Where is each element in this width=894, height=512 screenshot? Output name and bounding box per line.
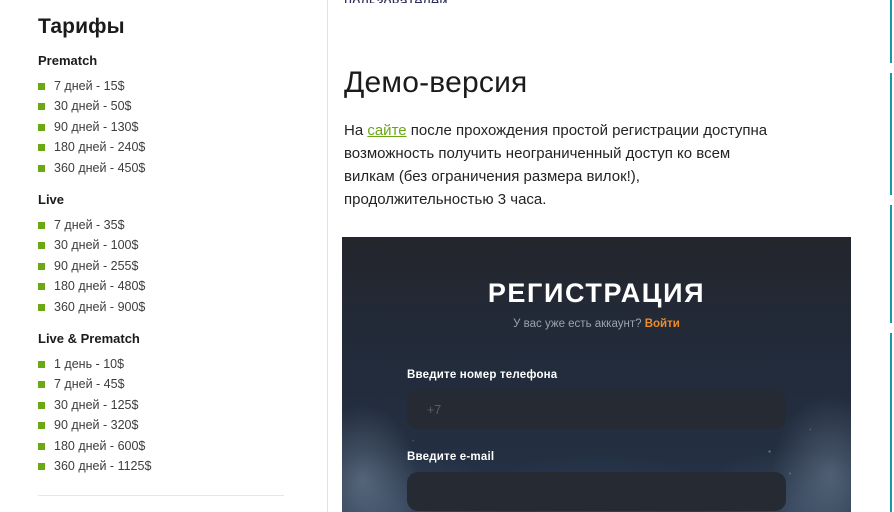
- tariff-label: 30 дней - 50$: [54, 99, 132, 114]
- square-bullet-icon: [38, 442, 45, 450]
- list-item[interactable]: 30 дней - 50$: [38, 96, 306, 117]
- login-link[interactable]: Войти: [645, 318, 680, 330]
- site-link[interactable]: сайте: [367, 122, 406, 139]
- list-item[interactable]: 90 дней - 255$: [38, 256, 306, 277]
- tariff-label: 360 дней - 900$: [54, 299, 146, 314]
- square-bullet-icon: [38, 401, 45, 409]
- square-bullet-icon: [38, 463, 45, 471]
- page-title: Тарифы: [38, 15, 125, 38]
- tariff-group-heading-prematch: Prematch: [38, 53, 98, 69]
- square-bullet-icon: [38, 303, 45, 311]
- tariff-label: 7 дней - 45$: [54, 377, 125, 392]
- sidebar-divider: [38, 494, 284, 496]
- square-bullet-icon: [38, 221, 45, 229]
- tariff-label: 30 дней - 125$: [54, 397, 139, 412]
- list-item[interactable]: 30 дней - 100$: [38, 235, 306, 256]
- tariff-label: 1 день - 10$: [54, 356, 125, 371]
- scrollbar[interactable]: [889, 0, 892, 512]
- section-heading-demo: Демо-версия: [344, 66, 528, 99]
- tariff-label: 90 дней - 255$: [54, 258, 139, 273]
- list-item[interactable]: 90 дней - 320$: [38, 415, 306, 436]
- tariff-label: 180 дней - 600$: [54, 438, 146, 453]
- phone-field-label: Введите номер телефона: [407, 369, 558, 382]
- square-bullet-icon: [38, 242, 45, 250]
- sidebar-inner: Тарифы Prematch 7 дней - 15$ 30 дней - 5…: [0, 0, 328, 496]
- tariff-group-heading-live-prematch: Live & Prematch: [38, 331, 140, 347]
- tariff-list-live-prematch: 1 день - 10$ 7 дней - 45$ 30 дней - 125$…: [38, 354, 306, 477]
- square-bullet-icon: [38, 123, 45, 131]
- email-field-label: Введите e-mail: [407, 451, 495, 464]
- registration-header: РЕГИСТРАЦИЯ У вас уже есть аккаунт? Войт…: [342, 237, 851, 331]
- scrollbar-segment[interactable]: [890, 0, 892, 63]
- square-bullet-icon: [38, 144, 45, 152]
- list-item[interactable]: 180 дней - 480$: [38, 276, 306, 297]
- tariff-label: 90 дней - 320$: [54, 418, 139, 433]
- paragraph-text-after-link: после прохождения простой регистрации до…: [344, 122, 768, 208]
- registration-card: РЕГИСТРАЦИЯ У вас уже есть аккаунт? Войт…: [342, 237, 851, 512]
- paragraph-text-before-link: На: [344, 122, 368, 139]
- demo-description-paragraph: На сайте после прохождения простой регис…: [344, 119, 772, 211]
- registration-subtitle: У вас уже есть аккаунт? Войти: [342, 318, 851, 332]
- list-item[interactable]: 360 дней - 450$: [38, 158, 306, 179]
- list-item[interactable]: 360 дней - 1125$: [38, 456, 306, 477]
- tariff-label: 7 дней - 15$: [54, 78, 125, 93]
- square-bullet-icon: [38, 360, 45, 368]
- tariff-label: 360 дней - 1125$: [54, 459, 152, 474]
- square-bullet-icon: [38, 103, 45, 111]
- tariff-label: 360 дней - 450$: [54, 160, 146, 175]
- registration-form: Введите номер телефона Введите e-mail: [342, 369, 851, 512]
- tariff-label: 180 дней - 240$: [54, 140, 146, 155]
- page-root: Тарифы Prematch 7 дней - 15$ 30 дней - 5…: [0, 0, 894, 512]
- tariff-label: 90 дней - 130$: [54, 119, 139, 134]
- main-content: пользователей. Демо-версия На сайте посл…: [328, 0, 894, 512]
- list-item[interactable]: 180 дней - 240$: [38, 137, 306, 158]
- tariff-list-live: 7 дней - 35$ 30 дней - 100$ 90 дней - 25…: [38, 215, 306, 318]
- registration-title: РЕГИСТРАЦИЯ: [487, 278, 706, 308]
- list-item[interactable]: 7 дней - 15$: [38, 76, 306, 97]
- phone-input[interactable]: [407, 390, 786, 430]
- email-input[interactable]: [407, 472, 786, 512]
- clipped-paragraph-above: пользователей.: [344, 0, 854, 3]
- list-item[interactable]: 180 дней - 600$: [38, 436, 306, 457]
- tariffs-sidebar: Тарифы Prematch 7 дней - 15$ 30 дней - 5…: [0, 0, 328, 512]
- scrollbar-segment[interactable]: [890, 73, 892, 195]
- tariff-label: 7 дней - 35$: [54, 217, 125, 232]
- list-item[interactable]: 1 день - 10$: [38, 354, 306, 375]
- list-item[interactable]: 30 дней - 125$: [38, 395, 306, 416]
- tariff-group-heading-live: Live: [38, 192, 65, 208]
- scrollbar-segment[interactable]: [890, 333, 892, 512]
- list-item[interactable]: 7 дней - 45$: [38, 374, 306, 395]
- list-item[interactable]: 7 дней - 35$: [38, 215, 306, 236]
- list-item[interactable]: 90 дней - 130$: [38, 117, 306, 138]
- tariff-label: 180 дней - 480$: [54, 279, 146, 294]
- tariff-list-prematch: 7 дней - 15$ 30 дней - 50$ 90 дней - 130…: [38, 76, 306, 179]
- square-bullet-icon: [38, 262, 45, 270]
- square-bullet-icon: [38, 283, 45, 291]
- square-bullet-icon: [38, 164, 45, 172]
- list-item[interactable]: 360 дней - 900$: [38, 297, 306, 318]
- square-bullet-icon: [38, 82, 45, 90]
- square-bullet-icon: [38, 422, 45, 430]
- square-bullet-icon: [38, 381, 45, 389]
- have-account-text: У вас уже есть аккаунт?: [513, 317, 642, 330]
- tariff-label: 30 дней - 100$: [54, 238, 139, 253]
- scrollbar-segment[interactable]: [890, 205, 892, 323]
